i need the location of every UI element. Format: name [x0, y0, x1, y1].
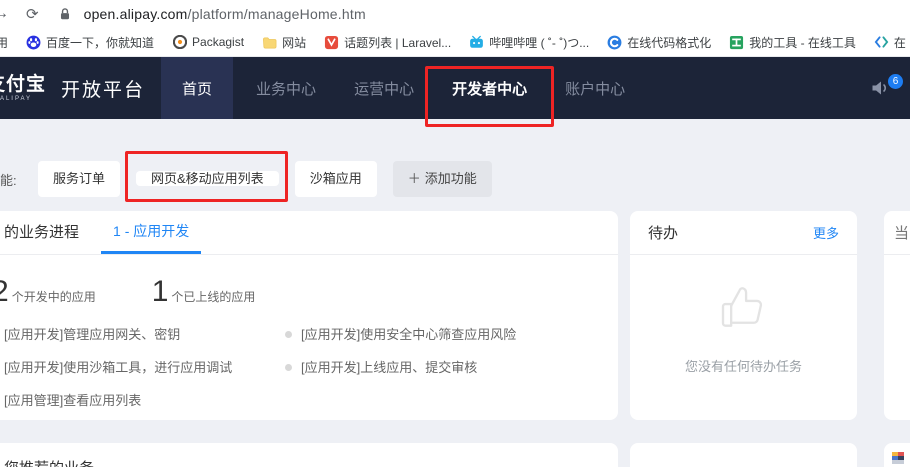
nav-item-account-center[interactable]: 账户中心: [550, 57, 640, 119]
bookmark-online[interactable]: 在: [874, 34, 906, 51]
packagist-icon: [172, 35, 187, 50]
todo-card-header: 待办 更多: [630, 211, 857, 255]
side-card-partial: 当: [884, 211, 910, 420]
web-mobile-app-list-button[interactable]: 网页&移动应用列表: [136, 171, 279, 186]
todo-empty-text: 您没有任何待办任务: [685, 356, 802, 375]
todo-card: 待办 更多 您没有任何待办任务: [630, 211, 857, 420]
task-column-right: [应用开发]使用安全中心筛查应用风险 [应用开发]上线应用、提交审核: [285, 325, 618, 424]
bullet-icon: [285, 364, 292, 371]
topics-icon: [324, 35, 339, 50]
url-host: open.alipay.com: [84, 6, 188, 22]
navbar-right: 6: [870, 57, 890, 119]
task-item: [应用开发]管理应用网关、密钥: [4, 325, 285, 344]
todo-title: 待办: [648, 222, 678, 243]
forward-icon[interactable]: →: [0, 5, 9, 23]
bookmark-baidu[interactable]: 百度一下，你就知道: [26, 34, 154, 51]
task-column-left: [应用开发]管理应用网关、密钥 [应用开发]使用沙箱工具，进行应用调试 [应用管…: [4, 325, 285, 424]
platform-title: 开放平台: [61, 75, 145, 102]
bookmark-code-formatter[interactable]: 在线代码格式化: [607, 34, 711, 51]
bottom-middle-card-partial: [630, 443, 857, 467]
thumbs-up-icon: [716, 279, 772, 340]
alipay-logo[interactable]: 支付宝 ALIPAY 开放平台: [0, 57, 145, 119]
service-orders-button[interactable]: 服务订单: [38, 161, 120, 197]
nav-menu: 首页 业务中心 运营中心 开发者中心 账户中心: [157, 57, 644, 119]
reload-icon[interactable]: ⟳: [26, 5, 39, 23]
quick-function-bar: 能: 服务订单 网页&移动应用列表 沙箱应用 ＋添加功能: [0, 161, 492, 197]
url-path: /platform/manageHome.htm: [188, 6, 366, 22]
nav-item-developer-center[interactable]: 开发者中心: [437, 57, 542, 119]
bottom-right-card-partial: [884, 443, 910, 467]
notification-badge: 6: [888, 74, 903, 89]
sandbox-app-button[interactable]: 沙箱应用: [295, 161, 377, 197]
bookmark-packagist[interactable]: Packagist: [172, 35, 244, 50]
progress-card-header: 的业务进程 1 - 应用开发: [0, 211, 618, 255]
bullet-icon: [285, 331, 292, 338]
task-item: [应用管理]查看应用列表: [4, 391, 285, 410]
side-card-title: 当: [894, 222, 909, 243]
formatter-c-icon: [607, 35, 622, 50]
recommended-business-card: 您推荐的业务: [0, 443, 618, 467]
task-item: [应用开发]使用沙箱工具，进行应用调试: [4, 358, 285, 377]
top-navbar: 支付宝 ALIPAY 开放平台 首页 业务中心 运营中心 开发者中心 账户中心 …: [0, 57, 910, 119]
task-item: [应用开发]上线应用、提交审核: [285, 358, 618, 377]
bookmark-laravel-topics[interactable]: 话题列表 | Laravel...: [324, 34, 451, 51]
nav-item-business-center[interactable]: 业务中心: [241, 57, 331, 119]
tools-icon: [729, 35, 744, 50]
stat-developing-apps: 2 个开发中的应用: [0, 276, 96, 308]
stat-online-apps: 1 个已上线的应用: [152, 276, 256, 308]
recommended-title: 您推荐的业务: [4, 460, 94, 467]
folder-icon: [262, 35, 277, 50]
plus-icon: ＋: [408, 171, 421, 186]
alipay-logo-mark: 支付宝 ALIPAY: [0, 75, 46, 102]
address-row: → ⟳ open.alipay.com/platform/manageHome.…: [0, 0, 910, 28]
progress-card-title: 的业务进程: [4, 211, 79, 254]
task-item: [应用开发]使用安全中心筛查应用风险: [285, 325, 618, 344]
todo-empty-state: 您没有任何待办任务: [630, 255, 857, 375]
baidu-icon: [26, 35, 41, 50]
code-brackets-icon: [874, 35, 889, 50]
todo-more-link[interactable]: 更多: [813, 223, 839, 242]
quickbar-label: 能:: [0, 170, 22, 189]
alipay-open-platform-page: → ⟳ open.alipay.com/platform/manageHome.…: [0, 0, 910, 467]
bookmark-website[interactable]: 网站: [262, 34, 306, 51]
address-bar[interactable]: open.alipay.com/platform/manageHome.htm: [84, 6, 366, 22]
nav-item-operation-center[interactable]: 运营中心: [339, 57, 429, 119]
add-function-button[interactable]: ＋添加功能: [393, 161, 492, 197]
announcement-speaker-icon[interactable]: 6: [870, 79, 890, 97]
bilibili-icon: [469, 35, 484, 50]
tab-app-development[interactable]: 1 - 应用开发: [101, 211, 201, 254]
task-lists: [应用开发]管理应用网关、密钥 [应用开发]使用沙箱工具，进行应用调试 [应用管…: [0, 325, 618, 424]
browser-chrome: → ⟳ open.alipay.com/platform/manageHome.…: [0, 0, 910, 57]
partial-logo-icon: [892, 451, 904, 467]
bookmark-bilibili[interactable]: 哔哩哔哩 ( ˚- ˚)つ...: [469, 34, 589, 51]
side-card-header: 当: [884, 211, 910, 255]
bookmarks-bar: 用 百度一下，你就知道 Packagist 网站 话题列表 | Laravel.…: [0, 28, 910, 57]
business-progress-card: 的业务进程 1 - 应用开发 2 个开发中的应用 1 个已上线的应用 [应用开发…: [0, 211, 618, 420]
lock-icon: [58, 6, 72, 22]
bookmark-my-tools[interactable]: 我的工具 - 在线工具: [729, 34, 856, 51]
app-stats: 2 个开发中的应用 1 个已上线的应用: [0, 276, 618, 308]
nav-item-home[interactable]: 首页: [161, 57, 233, 119]
bookmark-partial[interactable]: 用: [0, 34, 8, 51]
